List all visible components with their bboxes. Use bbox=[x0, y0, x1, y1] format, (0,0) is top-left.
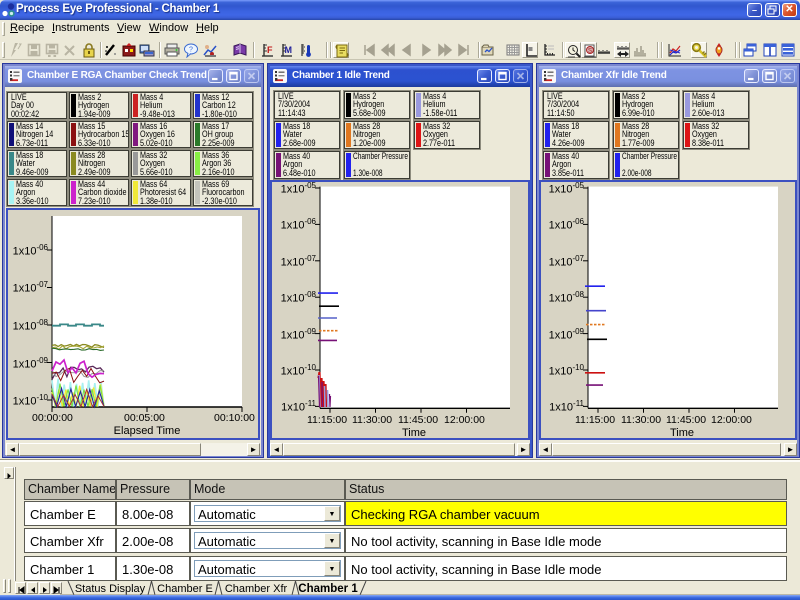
svg-text:Status Display: Status Display bbox=[75, 583, 146, 595]
svg-text:M: M bbox=[285, 45, 293, 55]
svg-text:?: ? bbox=[189, 47, 193, 54]
svg-text:Chamber Xfr: Chamber Xfr bbox=[225, 583, 288, 595]
svg-text:Chamber 1: Chamber 1 bbox=[298, 583, 358, 595]
svg-text:Chamber E: Chamber E bbox=[157, 583, 213, 595]
svg-text:S: S bbox=[588, 49, 592, 55]
svg-text:F: F bbox=[267, 45, 273, 55]
